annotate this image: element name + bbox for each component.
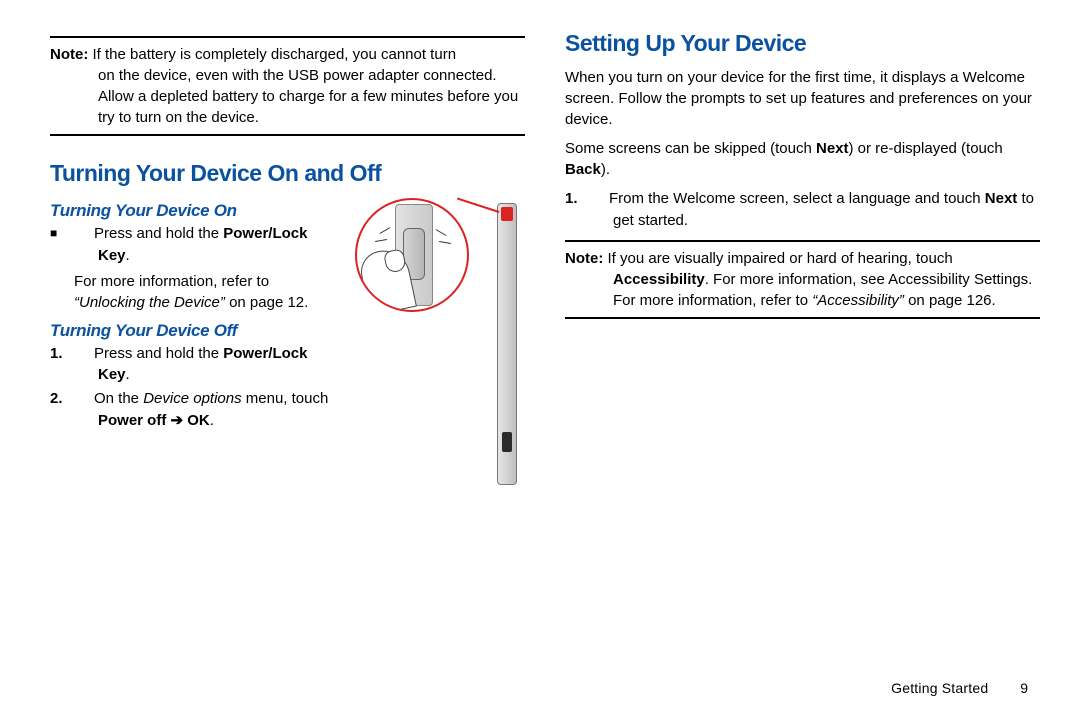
heading-on-off: Turning Your Device On and Off <box>50 160 525 187</box>
power-key-diagram <box>355 193 525 513</box>
n2a: If you are visually impaired or hard of … <box>608 250 953 267</box>
rule <box>565 317 1040 319</box>
square-bullet-icon: ■ <box>74 225 94 242</box>
off-s1-pre: Press and hold the <box>94 345 223 362</box>
motion-line-icon <box>380 227 391 234</box>
rule <box>565 240 1040 242</box>
off-step-1: 1.Press and hold the Power/Lock Key. <box>74 343 337 387</box>
accessibility-note: Note: If you are visually impaired or ha… <box>565 248 1040 311</box>
on-info-quote: “Unlocking the Device” <box>74 294 229 311</box>
setup-skip: Some screens can be skipped (touch Next)… <box>565 138 1040 180</box>
on-text-pre: Press and hold the <box>94 225 223 242</box>
step-number-1: 1. <box>589 188 609 210</box>
p2c: ). <box>601 161 610 178</box>
heading-setup: Setting Up Your Device <box>565 30 1040 57</box>
on-off-text: Turning Your Device On ■Press and hold t… <box>50 193 337 513</box>
p2b2: Back <box>565 161 601 178</box>
note-continuation: on the device, even with the USB power a… <box>50 65 525 128</box>
period: . <box>210 412 214 429</box>
n2bold: Accessibility <box>613 271 705 288</box>
setup-step-1: 1.From the Welcome screen, select a lang… <box>589 188 1040 232</box>
period: . <box>126 366 130 383</box>
setup-intro: When you turn on your device for the fir… <box>565 67 1040 130</box>
off-s2-pre: On the <box>94 390 143 407</box>
on-more-info: For more information, refer to “Unlockin… <box>74 271 337 313</box>
manual-page: Note: If the battery is completely disch… <box>0 0 1080 720</box>
rule <box>50 36 525 38</box>
p2a: Some screens can be skipped (touch <box>565 140 816 157</box>
arrow-icon: ➔ <box>166 412 187 429</box>
left-column: Note: If the battery is completely disch… <box>50 30 525 700</box>
note2-cont: Accessibility. For more information, see… <box>565 269 1040 311</box>
device-side-icon <box>497 203 517 485</box>
n2c: on page 126. <box>904 292 996 309</box>
on-bullet: ■Press and hold the Power/Lock Key. <box>74 223 337 267</box>
off-s2-italic: Device options <box>143 390 241 407</box>
off-s2-mid: menu, touch <box>242 390 329 407</box>
subheading-on: Turning Your Device On <box>50 201 337 221</box>
off-s2-bold2: OK <box>187 412 210 429</box>
step-number-2: 2. <box>74 388 94 410</box>
off-step-2: 2.On the Device options menu, touch Powe… <box>74 388 337 432</box>
on-info-post: on page 12. <box>229 294 308 311</box>
rule <box>50 134 525 136</box>
p2b: ) or re-displayed (touch <box>849 140 1003 157</box>
on-off-body: Turning Your Device On ■Press and hold t… <box>50 193 525 513</box>
port-indicator-icon <box>502 432 512 452</box>
s1a: From the Welcome screen, select a langua… <box>609 190 985 207</box>
note-first-line: If the battery is completely discharged,… <box>93 46 457 63</box>
subheading-off: Turning Your Device Off <box>50 321 337 341</box>
page-footer: Getting Started 9 <box>891 680 1028 696</box>
thumb-press-icon <box>363 242 421 312</box>
magnifier-circle-icon <box>355 198 469 312</box>
step-number-1: 1. <box>74 343 94 365</box>
n2quote: “Accessibility” <box>812 292 904 309</box>
right-column: Setting Up Your Device When you turn on … <box>565 30 1040 700</box>
on-info-pre: For more information, refer to <box>74 273 269 290</box>
battery-note: Note: If the battery is completely disch… <box>50 44 525 128</box>
s1b: Next <box>985 190 1018 207</box>
footer-page-number: 9 <box>1020 680 1028 696</box>
power-key-indicator-icon <box>501 207 513 221</box>
p2b1: Next <box>816 140 849 157</box>
motion-line-icon <box>439 241 451 244</box>
motion-line-icon <box>436 229 447 236</box>
off-s2-bold1: Power off <box>98 412 166 429</box>
note-label: Note: <box>565 250 603 267</box>
note-label: Note: <box>50 46 88 63</box>
footer-section: Getting Started <box>891 680 988 696</box>
callout-line-icon <box>457 197 499 212</box>
period: . <box>126 247 130 264</box>
